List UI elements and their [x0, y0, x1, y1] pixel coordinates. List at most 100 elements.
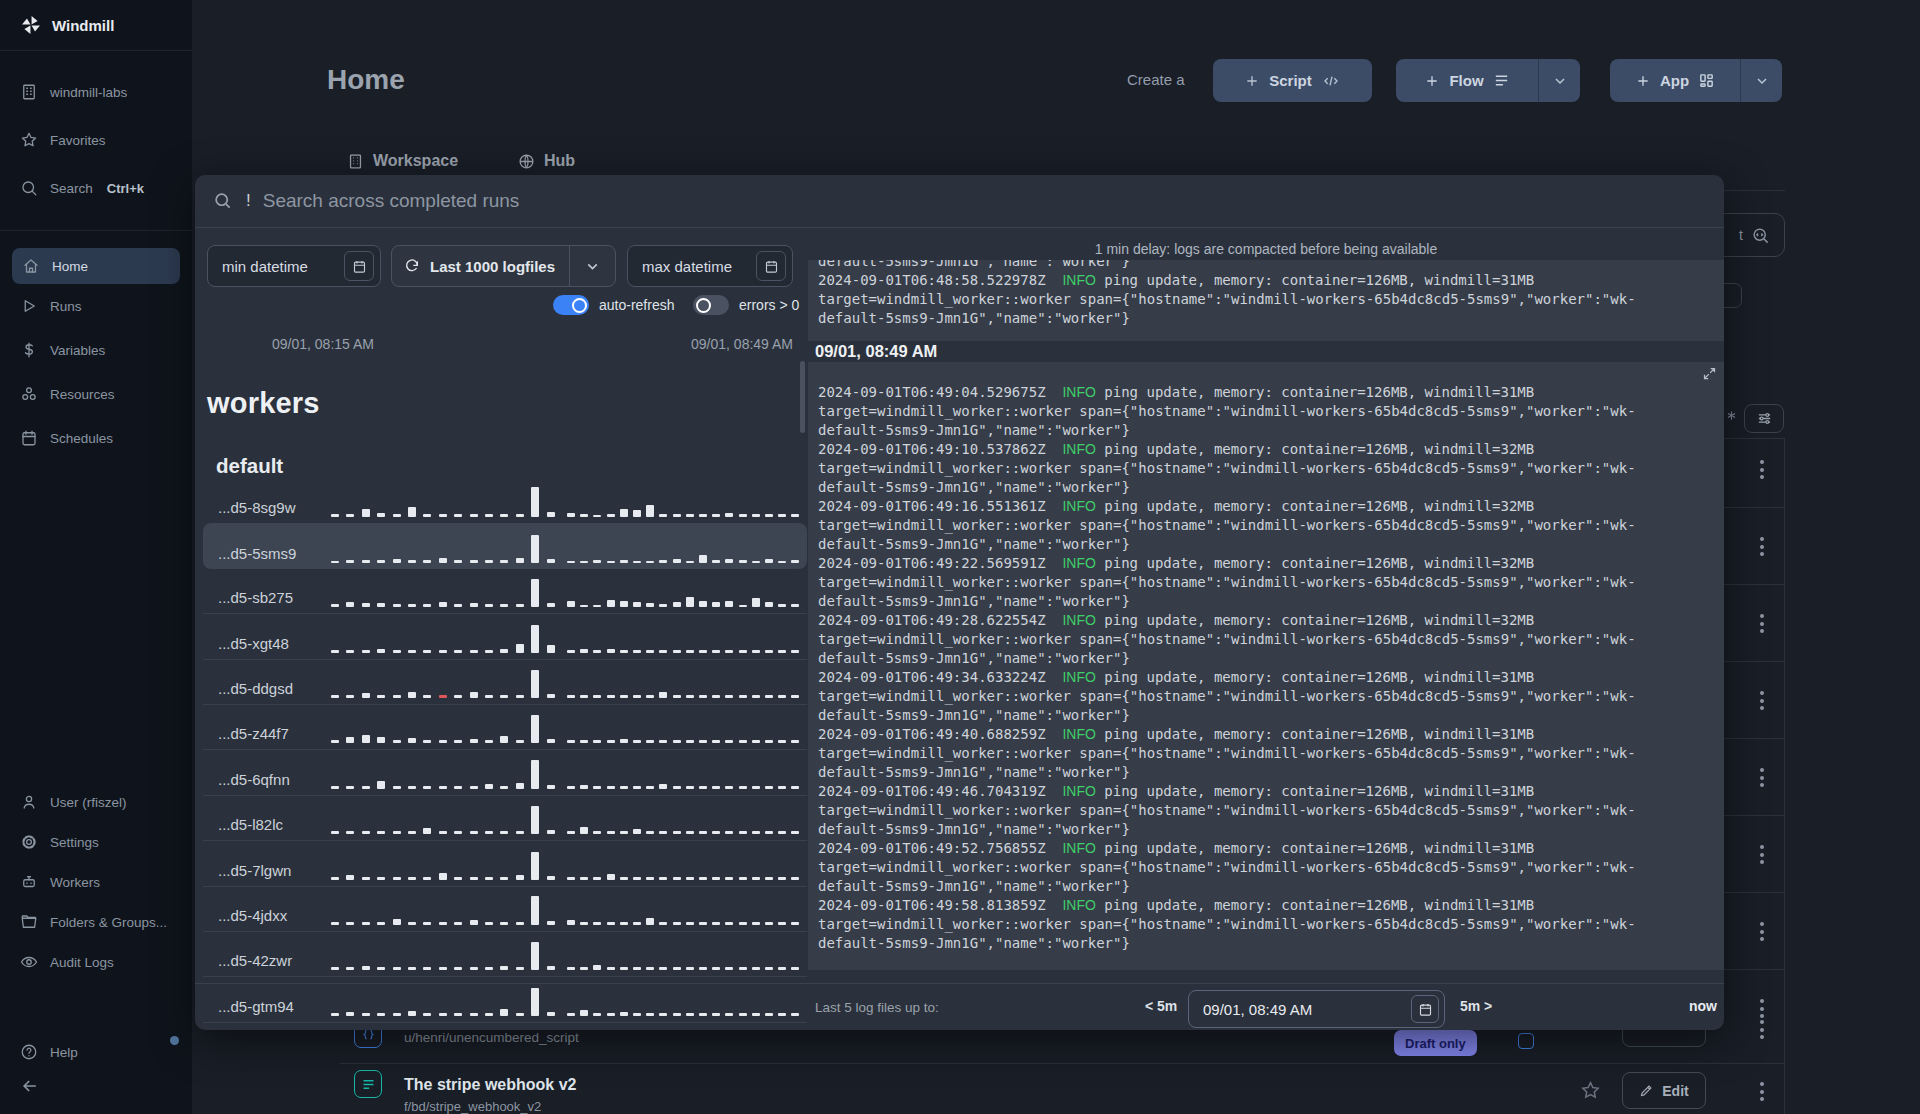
now-button[interactable]: now — [1689, 998, 1717, 1014]
worker-row[interactable]: ...d5-7lgwn — [203, 841, 807, 886]
row-menu-button[interactable] — [1760, 537, 1764, 556]
worker-row[interactable]: ...d5-6qfnn — [203, 750, 807, 795]
sidebar-item-label: User (rfiszel) — [50, 795, 127, 810]
item-path[interactable]: u/henri/unencumbered_script — [404, 1030, 579, 1045]
activity-bar — [331, 695, 339, 698]
worker-row[interactable]: ...d5-8sg9w — [203, 478, 807, 523]
min-datetime-input[interactable]: min datetime — [207, 245, 381, 287]
flow-dropdown-button[interactable] — [1538, 59, 1580, 102]
log-line: 2024-09-01T06:49:58.813859Z INFO ping up… — [818, 896, 1724, 915]
sidebar-item-runs[interactable]: Runs — [0, 284, 192, 328]
create-app-button[interactable]: App — [1610, 59, 1740, 102]
log-block-previous: default-5sms9-Jmn1G","name":"worker"}202… — [808, 260, 1724, 341]
sidebar-item-audit-logs[interactable]: Audit Logs — [0, 942, 192, 982]
activity-bar — [439, 740, 447, 743]
item-title[interactable]: The stripe webhook v2 — [404, 1076, 576, 1094]
back-5m-button[interactable]: < 5m — [1145, 998, 1177, 1014]
row-menu-button[interactable] — [1760, 922, 1764, 941]
app-dropdown-button[interactable] — [1740, 59, 1782, 102]
activity-bar — [620, 560, 628, 563]
scrollbar-thumb[interactable] — [800, 361, 805, 433]
sidebar-item-windmill-labs[interactable]: windmill-labs — [0, 68, 192, 116]
row-menu-button[interactable] — [1760, 768, 1764, 787]
edit-button[interactable]: Edit — [1622, 1072, 1706, 1109]
worker-row[interactable]: ...d5-xgt48 — [203, 614, 807, 659]
activity-bar — [346, 560, 354, 563]
activity-bar — [778, 650, 786, 653]
create-script-button[interactable]: Script — [1213, 59, 1372, 102]
calendar-icon[interactable] — [756, 251, 786, 281]
sidebar-item-schedules[interactable]: Schedules — [0, 416, 192, 460]
sidebar-item-home[interactable]: Home — [12, 248, 180, 284]
activity-bar — [646, 918, 654, 925]
tab-workspace[interactable]: Workspace — [347, 152, 458, 170]
forward-5m-button[interactable]: 5m > — [1460, 998, 1492, 1014]
worker-row[interactable]: ...d5-4jdxx — [203, 887, 807, 932]
activity-bar — [778, 877, 786, 880]
worker-row[interactable]: ...d5-5sms9 — [203, 523, 807, 568]
sidebar-item-settings[interactable]: Settings — [0, 822, 192, 862]
worker-row[interactable]: ...d5-l82lc — [203, 796, 807, 841]
row-menu-button[interactable] — [1760, 691, 1764, 710]
max-datetime-input[interactable]: max datetime — [627, 245, 793, 287]
worker-row[interactable]: ...d5-ddgsd — [203, 660, 807, 705]
activity-bar — [791, 650, 799, 653]
activity-bar — [547, 603, 555, 607]
expand-icon[interactable] — [1702, 366, 1719, 383]
activity-bar — [454, 650, 462, 653]
sidebar-item-variables[interactable]: Variables — [0, 328, 192, 372]
activity-bar — [377, 649, 385, 653]
row-divider — [1724, 892, 1784, 893]
row-menu-button[interactable] — [1760, 999, 1764, 1018]
logo[interactable]: Windmill — [0, 0, 192, 51]
sidebar-item-help[interactable]: Help — [0, 1030, 192, 1074]
filter-button[interactable] — [1744, 404, 1784, 433]
row-menu-button[interactable] — [1760, 614, 1764, 633]
runs-search-bar[interactable]: ! Search across completed runs — [195, 175, 1724, 228]
activity-bar — [470, 967, 478, 970]
calendar-icon[interactable] — [344, 251, 374, 281]
activity-bar — [791, 877, 799, 880]
activity-bar — [346, 602, 354, 607]
errors-toggle[interactable] — [693, 295, 729, 315]
auto-refresh-toggle[interactable] — [553, 295, 589, 315]
calendar-icon[interactable] — [1411, 995, 1439, 1023]
activity-bar — [454, 514, 462, 517]
row-menu-button[interactable] — [1760, 845, 1764, 864]
sidebar-item-user-rfiszel[interactable]: User (rfiszel) — [0, 782, 192, 822]
row-menu-button[interactable] — [1760, 460, 1764, 479]
collapse-sidebar-button[interactable] — [20, 1076, 40, 1096]
activity-bar — [686, 695, 694, 698]
activity-bar — [408, 786, 416, 789]
activity-bar — [500, 560, 508, 563]
sidebar-item-resources[interactable]: Resources — [0, 372, 192, 416]
activity-bar — [567, 831, 575, 834]
activity-bar — [699, 555, 707, 563]
worker-row[interactable]: ...d5-42zwr — [203, 932, 807, 977]
star-icon[interactable] — [1580, 1080, 1601, 1101]
activity-bar — [646, 695, 654, 698]
activity-bar — [699, 877, 707, 880]
activity-bar — [699, 967, 707, 970]
tab-hub[interactable]: Hub — [518, 152, 575, 170]
activity-bar — [470, 650, 478, 653]
sidebar-item-folders-groups[interactable]: Folders & Groups... — [0, 902, 192, 942]
row-menu-button[interactable] — [1760, 1082, 1764, 1101]
sidebar-item-favorites[interactable]: Favorites — [0, 116, 192, 164]
activity-bar — [346, 831, 354, 834]
activity-bar — [516, 558, 524, 563]
worker-row[interactable]: ...d5-z44f7 — [203, 705, 807, 750]
logfiles-select[interactable]: Last 1000 logfiles — [391, 245, 616, 287]
row-menu-button[interactable] — [1760, 1020, 1764, 1039]
activity-bar — [531, 760, 539, 789]
sidebar-item-search[interactable]: SearchCtrl+k — [0, 164, 192, 212]
activity-bar — [699, 601, 707, 607]
chevron-down-icon[interactable] — [569, 246, 615, 286]
activity-bar — [699, 695, 707, 698]
activity-bar — [423, 740, 431, 743]
worker-row[interactable]: ...d5-sb275 — [203, 569, 807, 614]
create-flow-button[interactable]: Flow — [1396, 59, 1538, 102]
activity-bar — [607, 514, 615, 517]
sidebar-item-workers[interactable]: Workers — [0, 862, 192, 902]
footer-datetime-input[interactable]: 09/01, 08:49 AM — [1188, 990, 1445, 1028]
